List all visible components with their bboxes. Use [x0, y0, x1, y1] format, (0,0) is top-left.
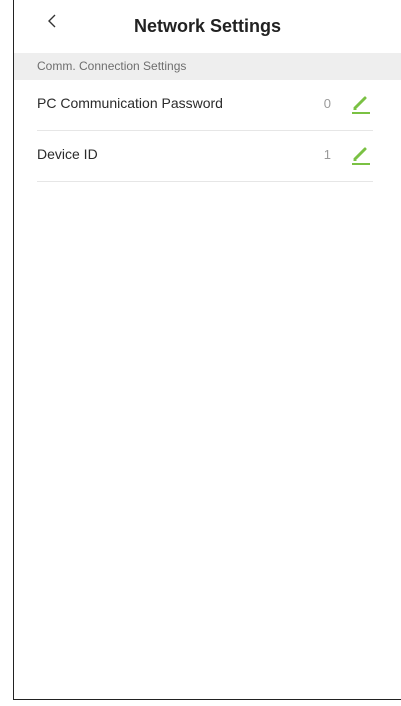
pencil-icon[interactable] — [349, 143, 373, 167]
page-title: Network Settings — [133, 16, 282, 36]
setting-value: 1 — [323, 147, 331, 162]
setting-label: PC Communication Password — [37, 95, 223, 111]
setting-row-device-id[interactable]: Device ID 1 — [37, 131, 373, 182]
section-header: Comm. Connection Settings — [14, 53, 401, 80]
setting-value: 0 — [323, 96, 331, 111]
section-label: Comm. Connection Settings — [37, 59, 187, 73]
setting-label: Device ID — [37, 146, 98, 162]
pencil-icon[interactable] — [349, 92, 373, 116]
app-screen: Network Settings Comm. Connection Settin… — [13, 0, 401, 700]
header-bar: Network Settings — [14, 0, 401, 52]
setting-row-pc-password[interactable]: PC Communication Password 0 — [37, 80, 373, 131]
